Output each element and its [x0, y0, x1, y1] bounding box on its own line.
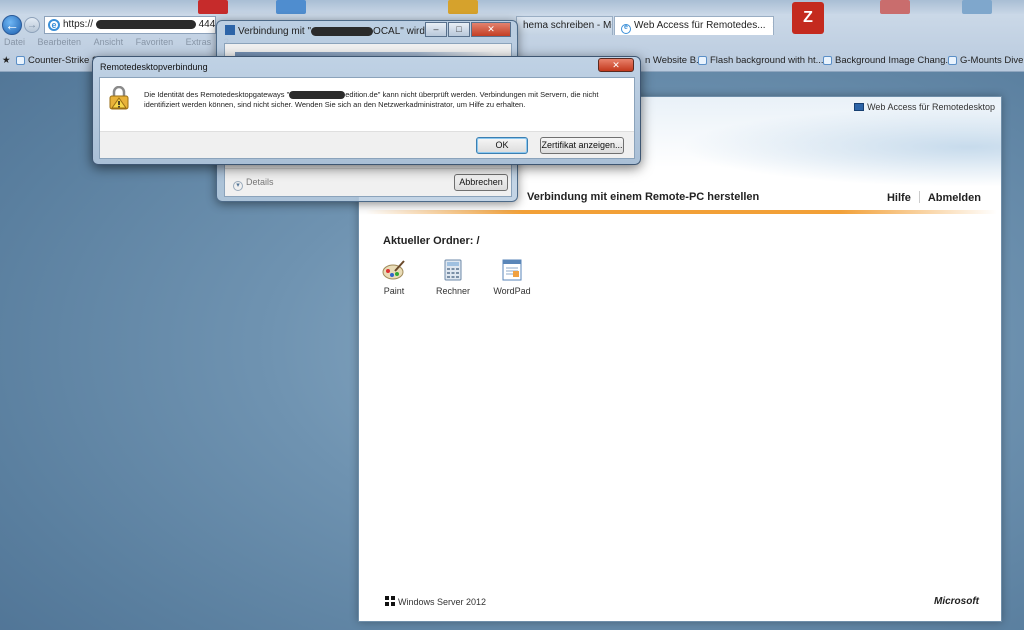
remote-desktop-icon [225, 25, 235, 35]
cancel-button[interactable]: Abbrechen [454, 174, 508, 191]
wordpad-icon [502, 259, 522, 281]
favorite-item[interactable]: Flash background with ht... [698, 51, 824, 71]
close-button[interactable]: ✕ [471, 22, 511, 37]
taskbar-app-icon[interactable] [962, 0, 992, 14]
redacted-host [289, 91, 346, 100]
back-button[interactable]: ← [2, 15, 22, 35]
maximize-icon: □ [456, 24, 462, 34]
current-folder-label: Aktueller Ordner: / [383, 235, 480, 247]
header-swirl [681, 107, 1001, 187]
calculator-icon [444, 259, 462, 281]
ie-page-icon [948, 55, 957, 65]
favorite-item[interactable]: G-Mounts Dive - [948, 51, 1024, 71]
filezilla-icon[interactable]: Z [792, 2, 824, 34]
address-text: https:// [63, 19, 94, 30]
logout-link[interactable]: Abmelden [928, 192, 981, 204]
app-label: WordPad [493, 286, 531, 296]
address-bar[interactable]: e https:// 444/RD [44, 16, 216, 34]
tab-label: Web Access für Remotedes... [634, 20, 766, 31]
os-footer: Windows Server 2012 [385, 596, 486, 607]
ok-button[interactable]: OK [476, 137, 528, 154]
details-toggle[interactable]: ▾ Details [233, 177, 274, 191]
menu-file[interactable]: Datei [4, 37, 25, 47]
brand-label: Web Access für Remotedesktop [867, 102, 995, 112]
redacted-host [95, 19, 196, 29]
dialog-body: Die Identität des Remotedesktopgateways … [99, 77, 635, 159]
ie-page-icon [698, 55, 707, 65]
favorite-item[interactable]: n Website B... [645, 51, 704, 71]
page-title[interactable]: Verbindung mit einem Remote-PC herstelle… [527, 191, 759, 203]
help-link[interactable]: Hilfe [887, 192, 911, 204]
rdweb-brand: Web Access für Remotedesktop [854, 102, 995, 112]
arrow-left-icon: ← [5, 17, 19, 33]
app-wordpad[interactable]: WordPad [487, 259, 537, 296]
arrow-right-icon: → [27, 20, 37, 31]
app-calculator[interactable]: Rechner [428, 259, 478, 296]
taskbar-app-icon[interactable] [448, 0, 478, 14]
tab-mcs[interactable]: hema schreiben - MCS... [516, 16, 613, 35]
warning-lock-icon [109, 86, 129, 110]
window-controls: – □ ✕ [424, 22, 511, 38]
address-tail: 444/RD [198, 19, 216, 30]
window-title: Verbindung mit " OCAL" wird herg... [225, 25, 456, 37]
menu-edit[interactable]: Bearbeiten [38, 37, 82, 47]
menu-tools[interactable]: Extras [186, 37, 212, 47]
favorite-label: n Website B... [645, 55, 704, 66]
certificate-warning-dialog[interactable]: Remotedesktopverbindung ✕ Die Identität … [92, 56, 641, 165]
favorite-label: Background Image Chang... [835, 55, 954, 66]
favorite-label: Flash background with ht... [710, 55, 824, 66]
app-label: Rechner [435, 286, 471, 296]
taskbar-app-icon[interactable] [276, 0, 306, 14]
message-part-1: Die Identität des Remotedesktopgateways … [144, 90, 290, 99]
redacted-host [311, 26, 374, 36]
taskbar-app-icon[interactable] [880, 0, 910, 14]
app-paint[interactable]: Paint [369, 259, 419, 296]
favorites-star-icon[interactable]: ★ [2, 51, 11, 71]
microsoft-logo: Microsoft [934, 596, 979, 607]
forward-button[interactable]: → [24, 17, 40, 33]
ie-icon: e [48, 19, 60, 31]
os-label: Windows Server 2012 [398, 597, 487, 607]
taskbar-app-icon[interactable] [198, 0, 228, 14]
paint-icon [382, 260, 405, 280]
close-tab-icon[interactable]: ✕ [772, 20, 773, 31]
chevron-down-icon: ▾ [233, 181, 243, 191]
ie-icon: e [621, 24, 631, 34]
menu-favorites[interactable]: Favoriten [136, 37, 174, 47]
dialog-message: Die Identität des Remotedesktopgateways … [144, 90, 614, 110]
remote-desktop-icon [854, 103, 865, 111]
app-label: Paint [383, 286, 405, 296]
tab-web-access[interactable]: eWeb Access für Remotedes... ✕ [614, 16, 774, 35]
dialog-footer: OK Zertifikat anzeigen... [100, 131, 634, 158]
windows-logo-icon [385, 596, 395, 606]
bookmark-icon [16, 55, 25, 65]
close-icon: ✕ [612, 60, 620, 70]
favorite-item[interactable]: Counter-Strike S [16, 51, 98, 71]
taskbar-strip [0, 0, 1024, 14]
menu-view[interactable]: Ansicht [94, 37, 124, 47]
header-accent-line [365, 210, 997, 214]
ie-page-icon [823, 55, 832, 65]
tab-label: hema schreiben - MCS... [523, 20, 612, 31]
close-icon: ✕ [487, 24, 495, 34]
dialog-close-button[interactable]: ✕ [598, 58, 634, 72]
view-certificate-button[interactable]: Zertifikat anzeigen... [540, 137, 624, 154]
favorite-label: G-Mounts Dive - [960, 55, 1024, 66]
favorite-label: Counter-Strike S [28, 55, 99, 66]
minimize-button[interactable]: – [425, 22, 447, 37]
header-nav: Hilfe Abmelden [887, 191, 981, 204]
maximize-button[interactable]: □ [448, 22, 470, 37]
nav-divider [918, 191, 920, 203]
title-prefix: Verbindung mit " [238, 26, 312, 37]
favorite-item[interactable]: Background Image Chang... [823, 51, 953, 71]
window-footer: ▾ Details Abbrechen [225, 168, 511, 196]
details-label: Details [246, 177, 274, 187]
dialog-title: Remotedesktopverbindung [100, 62, 208, 72]
minimize-icon: – [433, 24, 439, 34]
